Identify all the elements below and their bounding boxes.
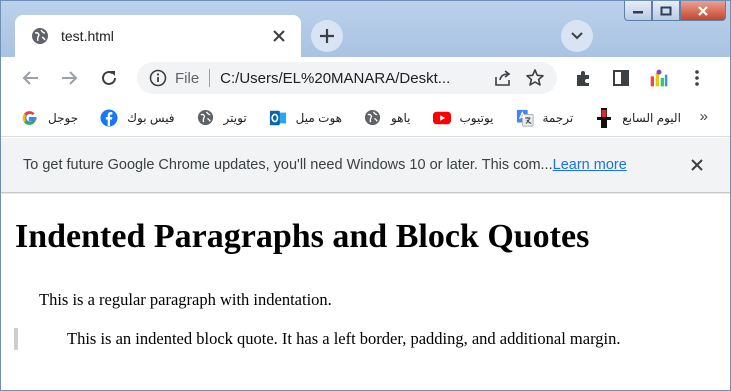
extensions-puzzle-icon[interactable] [573,68,593,88]
bookmark-youm7[interactable]: اليوم السابع [595,107,681,128]
regular-paragraph: This is a regular paragraph with indenta… [39,290,332,309]
new-tab-button[interactable] [311,20,343,52]
translate-icon [516,109,534,127]
bookmark-label: جوجل [48,110,79,125]
address-bar[interactable]: File C:/Users/EL%20MANARA/Deskt... [137,62,557,94]
outlook-icon [269,109,287,127]
bookmark-facebook[interactable]: فيس بوك [100,109,175,127]
forward-button[interactable] [59,68,79,88]
side-panel-icon[interactable] [611,68,631,88]
url-scheme: File [175,69,200,87]
news-icon [595,107,613,128]
bookmarks-overflow-button[interactable]: » [700,108,708,125]
tab-active[interactable]: test.html [15,15,301,57]
bookmark-star-icon[interactable] [525,68,545,88]
bookmark-hotmail[interactable]: هوت ميل [269,109,342,127]
bookmark-label: ترجمة [542,110,574,125]
tab-strip: test.html [1,1,730,57]
page-heading: Indented Paragraphs and Block Quotes [15,218,590,255]
info-icon[interactable] [149,69,167,87]
minimize-button[interactable] [624,1,652,21]
bookmark-youtube[interactable]: يوتيوب [432,109,494,127]
window-close-button[interactable] [680,1,726,21]
bookmark-label: ياهو [390,110,411,125]
menu-kebab-icon[interactable] [687,68,707,88]
close-icon[interactable] [269,26,289,46]
google-icon [21,109,39,127]
bookmark-label: يوتيوب [459,110,494,125]
bookmark-label: فيس بوك [127,110,175,125]
bookmarks-bar: جوجل فيس بوك تويتر هوت ميل ياهو يوتيوب ت… [1,99,730,137]
bookmark-label: اليوم السابع [622,110,681,125]
bookmark-yahoo[interactable]: ياهو [364,109,411,127]
bookmark-translate[interactable]: ترجمة [516,109,574,127]
profile-avatar-icon[interactable] [649,68,669,88]
reload-button[interactable] [99,68,119,88]
bookmark-google[interactable]: جوجل [21,109,78,127]
globe-icon [31,27,49,45]
browser-window: test.html File C:/Users/EL%20MANARA/Desk… [0,0,731,391]
bookmark-label: تويتر [223,110,247,125]
tab-title: test.html [61,28,114,44]
bookmark-label: هوت ميل [295,110,342,125]
globe-icon [364,109,382,127]
globe-icon [197,109,215,127]
tab-search-button[interactable] [561,20,593,52]
url-text[interactable]: C:/Users/EL%20MANARA/Deskt... [220,70,493,87]
infobar-close-icon[interactable] [687,155,707,175]
bookmark-twitter[interactable]: تويتر [197,109,247,127]
facebook-icon [100,109,118,127]
learn-more-link[interactable]: Learn more [553,157,627,173]
update-infobar: To get future Google Chrome updates, you… [1,138,730,193]
omnibox-separator [209,69,211,87]
maximize-button[interactable] [652,1,680,21]
share-icon[interactable] [493,68,513,88]
youtube-icon [432,109,451,127]
toolbar-right-icons [573,68,707,88]
block-quote: This is an indented block quote. It has … [14,328,620,350]
page-content: Indented Paragraphs and Block Quotes Thi… [1,194,730,390]
infobar-message: To get future Google Chrome updates, you… [23,157,553,173]
back-button[interactable] [21,68,41,88]
toolbar: File C:/Users/EL%20MANARA/Deskt... [1,57,730,99]
window-controls [624,1,726,23]
